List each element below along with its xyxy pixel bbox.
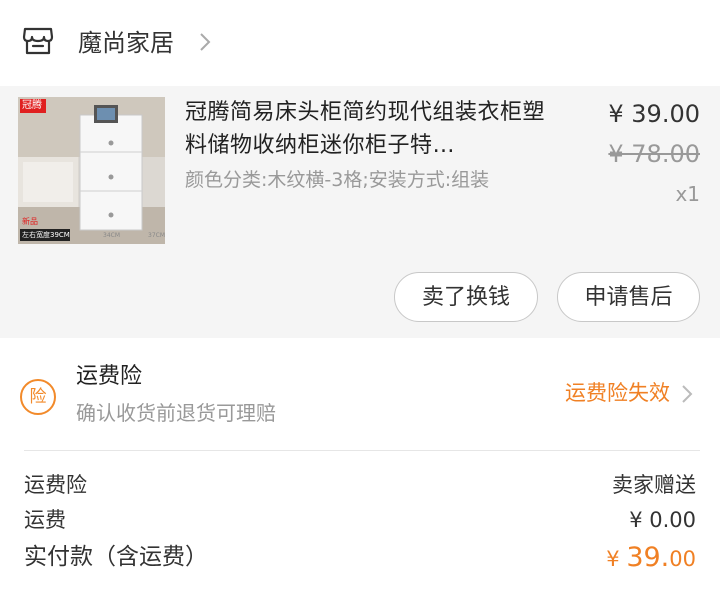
svg-text:37CM: 37CM	[148, 232, 165, 239]
thumbnail-brand-tag: 冠腾	[22, 100, 42, 111]
thumbnail-bottom-tag: 左右宽度39CM	[22, 231, 70, 239]
apply-aftersale-button[interactable]: 申请售后	[557, 272, 700, 322]
storefront-icon	[22, 26, 54, 56]
total-currency: ¥	[606, 547, 627, 571]
fee-shipping-value: ¥ 0.00	[629, 508, 696, 532]
insurance-title: 运费险	[76, 364, 143, 389]
insurance-description: 确认收货前退货可理赔	[76, 401, 276, 425]
thumbnail-sub-tag: 新品	[22, 217, 38, 226]
product-thumbnail[interactable]: 37CM 34CM 冠腾 新品 左右宽度39CM	[18, 97, 165, 244]
fee-insurance-value: 卖家赠送	[612, 473, 696, 497]
product-original-price: ¥ 78.00	[608, 140, 700, 168]
total-integer: 39.	[626, 542, 670, 573]
insurance-icon: 险	[20, 379, 56, 415]
fee-shipping-label: 运费	[24, 508, 66, 532]
product-title[interactable]: 冠腾简易床头柜简约现代组装衣柜塑料储物收纳柜迷你柜子特…	[185, 96, 555, 162]
product-quantity: x1	[675, 182, 700, 206]
product-price: ¥ 39.00	[608, 100, 700, 128]
shop-name[interactable]: 魔尚家居	[78, 26, 174, 60]
shop-header[interactable]: 魔尚家居	[0, 0, 720, 86]
total-decimal: 00	[669, 547, 696, 571]
fee-insurance-label: 运费险	[24, 473, 87, 497]
product-card[interactable]: 37CM 34CM 冠腾 新品 左右宽度39CM 冠腾简易床头柜简约现代组装衣柜…	[0, 86, 720, 338]
chevron-right-icon[interactable]	[680, 382, 694, 406]
resell-button[interactable]: 卖了换钱	[394, 272, 538, 322]
insurance-status[interactable]: 运费险失效	[565, 378, 670, 408]
chevron-right-icon	[198, 30, 212, 54]
divider	[24, 450, 700, 451]
shipping-insurance-row[interactable]: 险 运费险 确认收货前退货可理赔 运费险失效	[0, 338, 720, 450]
total-paid-amount: ¥ 39.00	[606, 540, 696, 579]
total-paid-label: 实付款（含运费）	[24, 544, 208, 570]
product-sku: 颜色分类:木纹横-3格;安装方式:组装	[185, 169, 490, 191]
svg-text:34CM: 34CM	[103, 232, 120, 239]
